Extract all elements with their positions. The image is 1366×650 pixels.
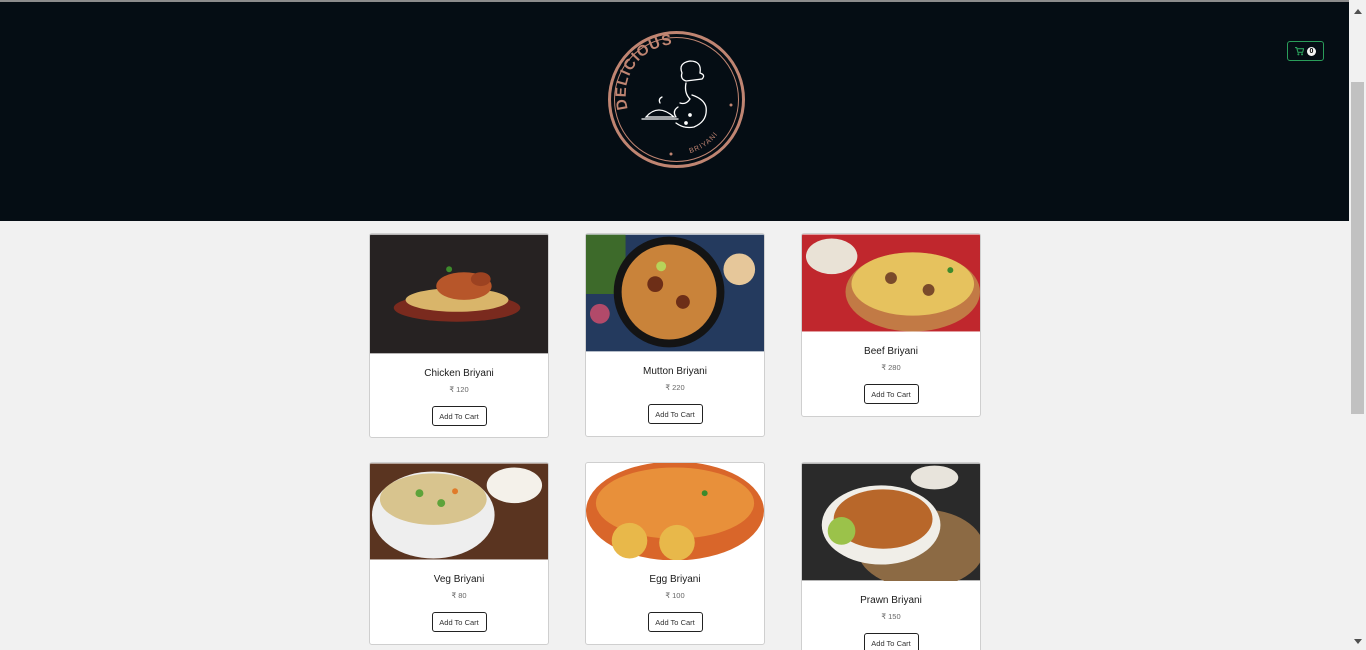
product-name: Chicken Briyani [424,368,494,379]
prawn-briyani-photo [802,463,980,581]
chicken-briyani-photo [370,234,548,354]
product-name: Egg Briyani [649,574,701,585]
add-to-cart-button[interactable]: Add To Cart [647,404,703,424]
product-price: ₹80 [451,591,467,600]
add-to-cart-button[interactable]: Add To Cart [431,612,487,632]
product-name: Mutton Briyani [643,366,707,377]
product-card: Prawn Briyani ₹150 Add To Cart [801,462,981,650]
site-header: DELICIOUS BRIYANI 0 [0,2,1349,221]
product-price: ₹100 [665,591,685,600]
beef-briyani-photo [802,234,980,332]
vertical-scrollbar[interactable] [1349,0,1366,650]
product-card: Egg Briyani ₹100 Add To Cart [585,462,765,645]
product-card: Veg Briyani ₹80 Add To Cart [369,462,549,645]
shopping-cart-icon [1294,46,1304,55]
cart-button[interactable]: 0 [1287,41,1324,61]
product-name: Beef Briyani [864,346,918,357]
veg-briyani-photo [370,463,548,560]
product-name: Prawn Briyani [860,595,922,606]
product-card: Mutton Briyani ₹220 Add To Cart [585,233,765,437]
add-to-cart-button[interactable]: Add To Cart [863,384,919,404]
product-card: Chicken Briyani ₹120 Add To Cart [369,233,549,438]
product-price: ₹220 [665,383,685,392]
add-to-cart-button[interactable]: Add To Cart [431,406,487,426]
product-price: ₹150 [881,612,901,621]
product-card: Beef Briyani ₹280 Add To Cart [801,233,981,417]
scrollbar-thumb[interactable] [1351,82,1364,414]
product-name: Veg Briyani [433,574,485,585]
cart-count-badge: 0 [1306,46,1317,56]
product-price: ₹280 [881,363,901,372]
add-to-cart-button[interactable]: Add To Cart [863,633,919,650]
delicious-briyani-logo[interactable]: DELICIOUS BRIYANI [606,29,747,170]
scroll-up-arrow-icon[interactable] [1349,2,1366,19]
scroll-down-arrow-icon[interactable] [1349,633,1366,650]
product-price: ₹120 [449,385,469,394]
mutton-briyani-photo [586,234,764,352]
add-to-cart-button[interactable]: Add To Cart [647,612,703,632]
egg-briyani-photo [586,463,764,560]
